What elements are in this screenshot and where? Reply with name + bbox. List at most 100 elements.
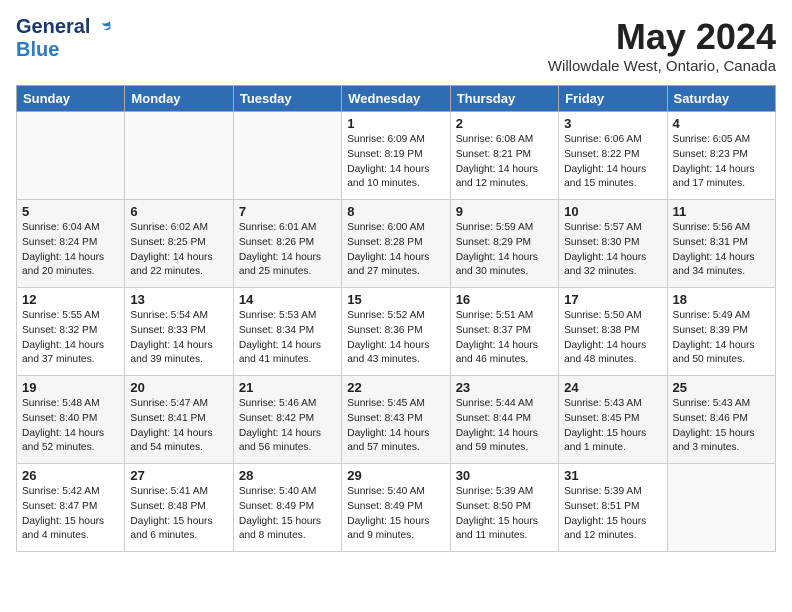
day-info: Sunrise: 5:48 AM Sunset: 8:40 PM Dayligh… [22, 397, 119, 456]
day-number: 16 [456, 292, 553, 307]
day-number: 2 [456, 116, 553, 131]
day-number: 21 [239, 380, 336, 395]
day-header-saturday: Saturday [667, 86, 775, 112]
calendar-cell: 19Sunrise: 5:48 AM Sunset: 8:40 PM Dayli… [17, 376, 125, 464]
calendar-cell [125, 112, 233, 200]
day-header-monday: Monday [125, 86, 233, 112]
day-number: 7 [239, 204, 336, 219]
day-number: 15 [347, 292, 444, 307]
calendar-cell: 18 Sunrise: 5:49 AM Sunset: 8:39 PM Dayli… [667, 288, 775, 376]
location-title: Willowdale West, Ontario, Canada [548, 58, 776, 75]
day-info: Sunrise: 6:04 AM Sunset: 8:24 PM Dayligh… [22, 221, 119, 280]
calendar-cell: 9 Sunrise: 5:59 AM Sunset: 8:29 PM Daylig… [450, 200, 558, 288]
logo-blue-text: Blue [16, 39, 59, 62]
day-info: Sunrise: 5:43 AM Sunset: 8:45 PM Dayligh… [564, 397, 661, 456]
day-number: 20 [130, 380, 227, 395]
calendar-cell: 11Sunrise: 5:56 AM Sunset: 8:31 PM Dayli… [667, 200, 775, 288]
day-number: 5 [22, 204, 119, 219]
day-info: Sunrise: 6:09 AM Sunset: 8:19 PM Dayligh… [347, 133, 444, 192]
day-info: Sunrise: 5:40 AM Sunset: 8:49 PM Dayligh… [347, 485, 444, 544]
day-number: 9 [456, 204, 553, 219]
day-header-tuesday: Tuesday [233, 86, 341, 112]
day-number: 31 [564, 468, 661, 483]
day-header-sunday: Sunday [17, 86, 125, 112]
day-info: Sunrise: 5:40 AM Sunset: 8:49 PM Dayligh… [239, 485, 336, 544]
day-number: 24 [564, 380, 661, 395]
day-info: Sunrise: 6:00 AM Sunset: 8:28 PM Dayligh… [347, 221, 444, 280]
calendar-cell: 1 Sunrise: 6:09 AM Sunset: 8:19 PM Daylig… [342, 112, 450, 200]
day-info: Sunrise: 5:41 AM Sunset: 8:48 PM Dayligh… [130, 485, 227, 544]
day-info: Sunrise: 6:05 AM Sunset: 8:23 PM Dayligh… [673, 133, 770, 192]
day-number: 22 [347, 380, 444, 395]
calendar-cell: 13 Sunrise: 5:54 AM Sunset: 8:33 PM Dayli… [125, 288, 233, 376]
calendar-cell [17, 112, 125, 200]
day-info: Sunrise: 5:43 AM Sunset: 8:46 PM Dayligh… [673, 397, 770, 456]
calendar-cell: 28Sunrise: 5:40 AM Sunset: 8:49 PM Dayli… [233, 464, 341, 552]
day-number: 18 [673, 292, 770, 307]
calendar-cell [233, 112, 341, 200]
day-header-friday: Friday [559, 86, 667, 112]
day-info: Sunrise: 6:01 AM Sunset: 8:26 PM Dayligh… [239, 221, 336, 280]
day-number: 17 [564, 292, 661, 307]
day-number: 13 [130, 292, 227, 307]
calendar-cell: 22Sunrise: 5:45 AM Sunset: 8:43 PM Dayli… [342, 376, 450, 464]
calendar-week-row: 12 Sunrise: 5:55 AM Sunset: 8:32 PM Dayli… [17, 288, 776, 376]
day-number: 6 [130, 204, 227, 219]
day-number: 27 [130, 468, 227, 483]
calendar-cell: 30 Sunrise: 5:39 AM Sunset: 8:50 PM Dayli… [450, 464, 558, 552]
day-number: 30 [456, 468, 553, 483]
calendar-cell: 6 Sunrise: 6:02 AM Sunset: 8:25 PM Daylig… [125, 200, 233, 288]
day-info: Sunrise: 5:54 AM Sunset: 8:33 PM Dayligh… [130, 309, 227, 368]
day-number: 23 [456, 380, 553, 395]
logo: General Blue [16, 16, 112, 62]
day-number: 8 [347, 204, 444, 219]
day-info: Sunrise: 5:55 AM Sunset: 8:32 PM Dayligh… [22, 309, 119, 368]
calendar-cell: 16Sunrise: 5:51 AM Sunset: 8:37 PM Dayli… [450, 288, 558, 376]
logo-general-text: General [16, 16, 90, 39]
day-info: Sunrise: 5:49 AM Sunset: 8:39 PM Dayligh… [673, 309, 770, 368]
calendar-week-row: 5 Sunrise: 6:04 AM Sunset: 8:24 PM Daylig… [17, 200, 776, 288]
day-info: Sunrise: 5:44 AM Sunset: 8:44 PM Dayligh… [456, 397, 553, 456]
day-info: Sunrise: 6:06 AM Sunset: 8:22 PM Dayligh… [564, 133, 661, 192]
day-info: Sunrise: 5:53 AM Sunset: 8:34 PM Dayligh… [239, 309, 336, 368]
calendar-cell: 20Sunrise: 5:47 AM Sunset: 8:41 PM Dayli… [125, 376, 233, 464]
calendar-week-row: 1 Sunrise: 6:09 AM Sunset: 8:19 PM Daylig… [17, 112, 776, 200]
day-number: 29 [347, 468, 444, 483]
calendar-cell: 25 Sunrise: 5:43 AM Sunset: 8:46 PM Dayli… [667, 376, 775, 464]
day-info: Sunrise: 6:02 AM Sunset: 8:25 PM Dayligh… [130, 221, 227, 280]
logo-bird-icon [94, 19, 112, 37]
title-area: May 2024 Willowdale West, Ontario, Canad… [548, 16, 776, 75]
day-info: Sunrise: 5:57 AM Sunset: 8:30 PM Dayligh… [564, 221, 661, 280]
calendar-cell: 8 Sunrise: 6:00 AM Sunset: 8:28 PM Daylig… [342, 200, 450, 288]
calendar-cell: 10 Sunrise: 5:57 AM Sunset: 8:30 PM Dayli… [559, 200, 667, 288]
calendar-cell: 31 Sunrise: 5:39 AM Sunset: 8:51 PM Dayli… [559, 464, 667, 552]
day-number: 12 [22, 292, 119, 307]
header: General Blue May 2024 Willowdale West, O… [16, 16, 776, 75]
day-info: Sunrise: 5:52 AM Sunset: 8:36 PM Dayligh… [347, 309, 444, 368]
day-info: Sunrise: 5:39 AM Sunset: 8:50 PM Dayligh… [456, 485, 553, 544]
day-header-thursday: Thursday [450, 86, 558, 112]
day-info: Sunrise: 5:59 AM Sunset: 8:29 PM Dayligh… [456, 221, 553, 280]
calendar-cell: 27 Sunrise: 5:41 AM Sunset: 8:48 PM Dayli… [125, 464, 233, 552]
day-number: 1 [347, 116, 444, 131]
calendar-header-row: SundayMondayTuesdayWednesdayThursdayFrid… [17, 86, 776, 112]
day-number: 11 [673, 204, 770, 219]
calendar-cell: 23 Sunrise: 5:44 AM Sunset: 8:44 PM Dayli… [450, 376, 558, 464]
day-number: 10 [564, 204, 661, 219]
day-info: Sunrise: 5:42 AM Sunset: 8:47 PM Dayligh… [22, 485, 119, 544]
day-number: 3 [564, 116, 661, 131]
month-title: May 2024 [548, 16, 776, 58]
calendar-cell [667, 464, 775, 552]
calendar-cell: 2Sunrise: 6:08 AM Sunset: 8:21 PM Daylig… [450, 112, 558, 200]
calendar-cell: 5 Sunrise: 6:04 AM Sunset: 8:24 PM Daylig… [17, 200, 125, 288]
day-number: 25 [673, 380, 770, 395]
calendar-cell: 4 Sunrise: 6:05 AM Sunset: 8:23 PM Daylig… [667, 112, 775, 200]
calendar-cell: 17Sunrise: 5:50 AM Sunset: 8:38 PM Dayli… [559, 288, 667, 376]
day-info: Sunrise: 5:46 AM Sunset: 8:42 PM Dayligh… [239, 397, 336, 456]
calendar-table: SundayMondayTuesdayWednesdayThursdayFrid… [16, 85, 776, 552]
day-number: 4 [673, 116, 770, 131]
day-info: Sunrise: 5:39 AM Sunset: 8:51 PM Dayligh… [564, 485, 661, 544]
day-number: 26 [22, 468, 119, 483]
calendar-cell: 15 Sunrise: 5:52 AM Sunset: 8:36 PM Dayli… [342, 288, 450, 376]
calendar-cell: 7 Sunrise: 6:01 AM Sunset: 8:26 PM Daylig… [233, 200, 341, 288]
